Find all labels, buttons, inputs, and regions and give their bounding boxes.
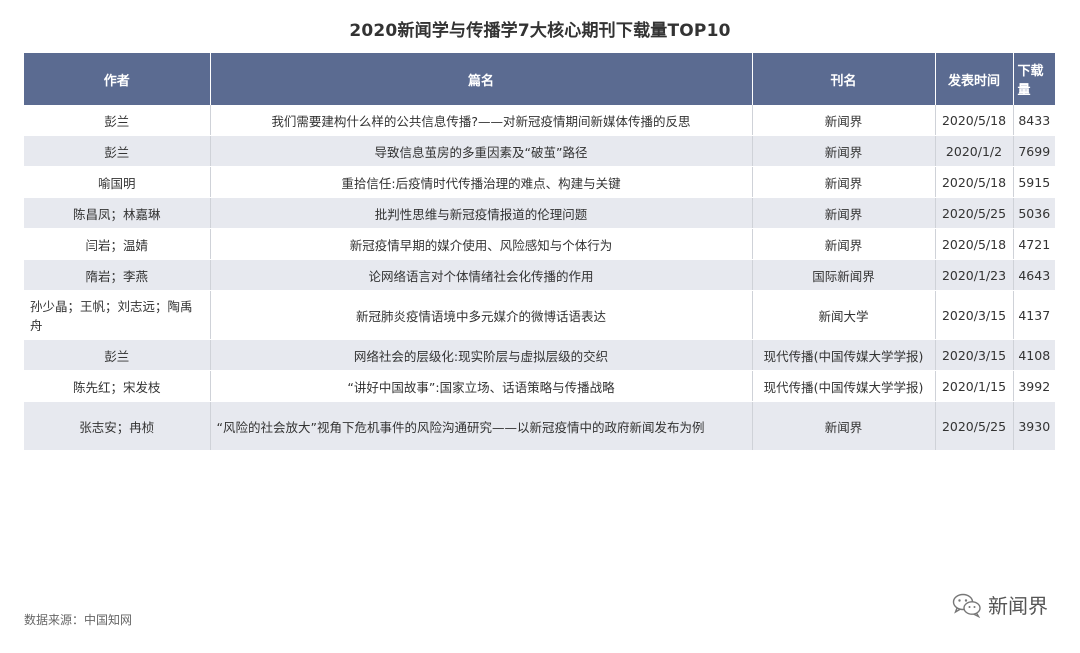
cell-journal: 新闻界 [752, 197, 936, 229]
header-title: 篇名 [210, 53, 753, 105]
cell-journal: 新闻界 [752, 105, 936, 136]
cell-title: “讲好中国故事”:国家立场、话语策略与传播战略 [210, 370, 753, 402]
cell-title: 新冠疫情早期的媒介使用、风险感知与个体行为 [210, 228, 753, 260]
brand-name: 新闻界 [988, 594, 1048, 618]
table-header-row: 作者 篇名 刊名 发表时间 下载量 [24, 53, 1055, 105]
cell-date: 2020/5/25 [935, 401, 1014, 451]
cell-journal: 国际新闻界 [752, 259, 936, 291]
cell-author: 闫岩；温婧 [24, 228, 211, 260]
cell-journal: 新闻界 [752, 166, 936, 198]
table-row: 隋岩；李燕 论网络语言对个体情绪社会化传播的作用 国际新闻界 2020/1/23… [24, 259, 1055, 291]
cell-downloads: 3930 [1013, 401, 1055, 451]
cell-title: 导致信息茧房的多重因素及“破茧”路径 [210, 135, 753, 167]
cell-downloads: 7699 [1013, 135, 1055, 167]
header-author: 作者 [24, 53, 211, 105]
header-downloads: 下载量 [1013, 53, 1055, 105]
cell-date: 2020/5/18 [935, 228, 1014, 260]
cell-date: 2020/5/18 [935, 166, 1014, 198]
cell-title: 重拾信任:后疫情时代传播治理的难点、构建与关键 [210, 166, 753, 198]
cell-journal: 新闻界 [752, 401, 936, 451]
cell-downloads: 8433 [1013, 105, 1055, 136]
cell-date: 2020/5/18 [935, 105, 1014, 136]
brand-watermark: 新闻界 [952, 590, 1048, 619]
table-row: 张志安；冉桢 “风险的社会放大”视角下危机事件的风险沟通研究——以新冠疫情中的政… [24, 401, 1055, 451]
cell-journal: 新闻界 [752, 228, 936, 260]
cell-date: 2020/5/25 [935, 197, 1014, 229]
table-row: 彭兰 网络社会的层级化:现实阶层与虚拟层级的交织 现代传播(中国传媒大学学报) … [24, 339, 1055, 371]
header-journal: 刊名 [752, 53, 936, 105]
table-row: 喻国明 重拾信任:后疫情时代传播治理的难点、构建与关键 新闻界 2020/5/1… [24, 166, 1055, 198]
cell-author: 张志安；冉桢 [24, 401, 211, 451]
header-date: 发表时间 [935, 53, 1014, 105]
cell-downloads: 4643 [1013, 259, 1055, 291]
download-table: 作者 篇名 刊名 发表时间 下载量 彭兰 我们需要建构什么样的公共信息传播?——… [24, 53, 1055, 451]
cell-title: 新冠肺炎疫情语境中多元媒介的微博话语表达 [210, 290, 753, 340]
cell-journal: 现代传播(中国传媒大学学报) [752, 339, 936, 371]
table-row: 彭兰 导致信息茧房的多重因素及“破茧”路径 新闻界 2020/1/2 7699 [24, 135, 1055, 167]
cell-downloads: 4108 [1013, 339, 1055, 371]
wechat-icon [952, 593, 981, 618]
table-row: 闫岩；温婧 新冠疫情早期的媒介使用、风险感知与个体行为 新闻界 2020/5/1… [24, 228, 1055, 260]
data-source-note: 数据来源：中国知网 [24, 613, 133, 627]
cell-downloads: 5915 [1013, 166, 1055, 198]
table-row: 孙少晶；王帆；刘志远；陶禹舟 新冠肺炎疫情语境中多元媒介的微博话语表达 新闻大学… [24, 290, 1055, 340]
cell-title: 网络社会的层级化:现实阶层与虚拟层级的交织 [210, 339, 753, 371]
cell-date: 2020/3/15 [935, 339, 1014, 371]
cell-downloads: 4721 [1013, 228, 1055, 260]
cell-title: “风险的社会放大”视角下危机事件的风险沟通研究——以新冠疫情中的政府新闻发布为例 [210, 401, 753, 451]
cell-author: 孙少晶；王帆；刘志远；陶禹舟 [24, 290, 211, 340]
cell-downloads: 3992 [1013, 370, 1055, 402]
cell-journal: 新闻界 [752, 135, 936, 167]
cell-author: 彭兰 [24, 135, 211, 167]
cell-date: 2020/1/23 [935, 259, 1014, 291]
cell-downloads: 5036 [1013, 197, 1055, 229]
cell-author: 彭兰 [24, 339, 211, 371]
cell-author: 陈先红；宋发枝 [24, 370, 211, 402]
cell-author: 陈昌凤；林嘉琳 [24, 197, 211, 229]
cell-author: 彭兰 [24, 105, 211, 136]
cell-title: 批判性思维与新冠疫情报道的伦理问题 [210, 197, 753, 229]
cell-title: 我们需要建构什么样的公共信息传播?——对新冠疫情期间新媒体传播的反思 [210, 105, 753, 136]
table-row: 陈昌凤；林嘉琳 批判性思维与新冠疫情报道的伦理问题 新闻界 2020/5/25 … [24, 197, 1055, 229]
cell-journal: 现代传播(中国传媒大学学报) [752, 370, 936, 402]
table-row: 彭兰 我们需要建构什么样的公共信息传播?——对新冠疫情期间新媒体传播的反思 新闻… [24, 105, 1055, 136]
cell-journal: 新闻大学 [752, 290, 936, 340]
cell-date: 2020/3/15 [935, 290, 1014, 340]
table-title: 2020新闻学与传播学7大核心期刊下载量TOP10 [349, 21, 731, 41]
cell-date: 2020/1/15 [935, 370, 1014, 402]
cell-date: 2020/1/2 [935, 135, 1014, 167]
cell-title: 论网络语言对个体情绪社会化传播的作用 [210, 259, 753, 291]
cell-downloads: 4137 [1013, 290, 1055, 340]
cell-author: 隋岩；李燕 [24, 259, 211, 291]
table-row: 陈先红；宋发枝 “讲好中国故事”:国家立场、话语策略与传播战略 现代传播(中国传… [24, 370, 1055, 402]
cell-author: 喻国明 [24, 166, 211, 198]
